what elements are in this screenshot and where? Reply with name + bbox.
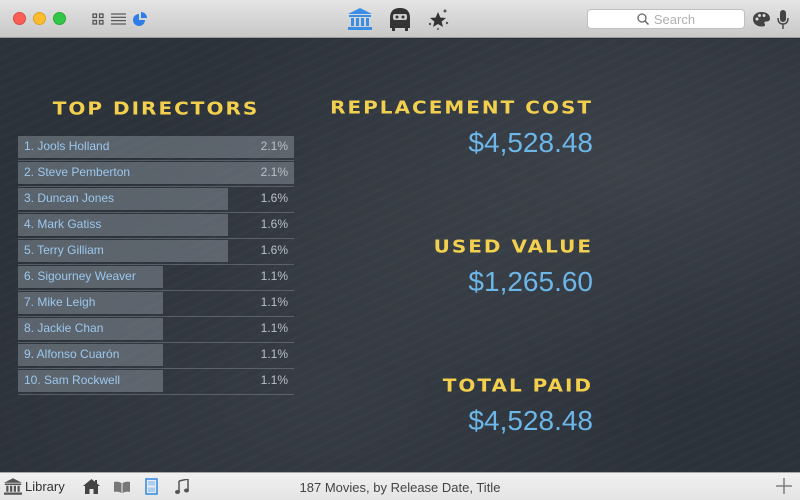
replacement-cost-stat: Replacement Cost $4,528.48 — [330, 95, 593, 159]
add-button[interactable] — [776, 478, 792, 494]
director-row[interactable]: 2. Steve Pemberton 2.1% — [18, 161, 294, 187]
used-value-value: $1,265.60 — [468, 266, 593, 297]
search-icon — [637, 13, 649, 25]
director-name: 3. Duncan Jones — [24, 191, 115, 205]
director-name: 5. Terry Gilliam — [24, 243, 104, 257]
director-percent: 2.1% — [260, 139, 288, 153]
search-input[interactable]: Search — [587, 9, 745, 29]
close-window-button[interactable] — [13, 12, 26, 25]
director-row[interactable]: 10. Sam Rockwell 1.1% — [18, 369, 294, 395]
stats-panel: Top Directors 1. Jools Holland 2.1% 2. Ste… — [0, 39, 800, 472]
director-row[interactable]: 9. Alfonso Cuarón 1.1% — [18, 343, 294, 369]
director-row[interactable]: 3. Duncan Jones 1.6% — [18, 187, 294, 213]
director-row[interactable]: 1. Jools Holland 2.1% — [18, 135, 294, 161]
director-percent: 1.1% — [260, 347, 288, 361]
titlebar: Search — [0, 0, 800, 38]
director-row[interactable]: 5. Terry Gilliam 1.6% — [18, 239, 294, 265]
total-paid-label: Total Paid — [442, 374, 593, 396]
director-name: 6. Sigourney Weaver — [24, 269, 136, 283]
library-icon[interactable] — [347, 8, 373, 30]
top-directors-heading: Top Directors — [52, 97, 260, 119]
director-name: 2. Steve Pemberton — [24, 165, 131, 179]
plus-icon — [776, 478, 792, 494]
director-name: 7. Mike Leigh — [24, 295, 96, 309]
replacement-cost-value: $4,528.48 — [468, 127, 593, 158]
director-name: 9. Alfonso Cuarón — [24, 347, 120, 361]
pie-chart-icon[interactable] — [132, 11, 147, 26]
stars-icon[interactable] — [428, 8, 450, 30]
director-row[interactable]: 8. Jackie Chan 1.1% — [18, 317, 294, 343]
search-placeholder: Search — [653, 11, 696, 27]
director-percent: 1.1% — [260, 321, 288, 335]
director-percent: 2.1% — [260, 165, 288, 179]
microphone-icon[interactable] — [776, 9, 790, 29]
status-text: 187 Movies, by Release Date, Title — [299, 480, 501, 495]
director-percent: 1.1% — [260, 295, 288, 309]
director-percent: 1.6% — [260, 191, 288, 205]
director-percent: 1.1% — [260, 269, 288, 283]
grid-view-icon[interactable] — [91, 12, 105, 26]
bottom-bar: Library 187 Movies, by Release Date, Tit… — [0, 472, 800, 500]
total-paid-stat: Total Paid $4,528.48 — [443, 373, 593, 437]
director-name: 10. Sam Rockwell — [24, 373, 121, 387]
director-name: 8. Jackie Chan — [24, 321, 104, 335]
maximize-window-button[interactable] — [53, 12, 66, 25]
list-view-icon[interactable] — [110, 12, 126, 26]
robot-icon[interactable] — [386, 6, 414, 32]
director-row[interactable]: 6. Sigourney Weaver 1.1% — [18, 265, 294, 291]
used-value-stat: Used Value $1,265.60 — [434, 234, 593, 298]
director-percent: 1.6% — [260, 217, 288, 231]
director-row[interactable]: 4. Mark Gatiss 1.6% — [18, 213, 294, 239]
minimize-window-button[interactable] — [33, 12, 46, 25]
director-percent: 1.1% — [260, 373, 288, 387]
total-paid-value: $4,528.48 — [468, 405, 593, 436]
director-row[interactable]: 7. Mike Leigh 1.1% — [18, 291, 294, 317]
app-window: Search Top Directors 1. Jools Holland 2.1… — [0, 0, 800, 500]
used-value-label: Used Value — [433, 235, 593, 257]
director-percent: 1.6% — [260, 243, 288, 257]
replacement-cost-label: Replacement Cost — [330, 96, 593, 118]
directors-list: 1. Jools Holland 2.1% 2. Steve Pemberton 2.… — [18, 135, 294, 395]
palette-icon[interactable] — [751, 10, 771, 28]
director-name: 4. Mark Gatiss — [24, 217, 102, 231]
director-name: 1. Jools Holland — [24, 139, 110, 153]
